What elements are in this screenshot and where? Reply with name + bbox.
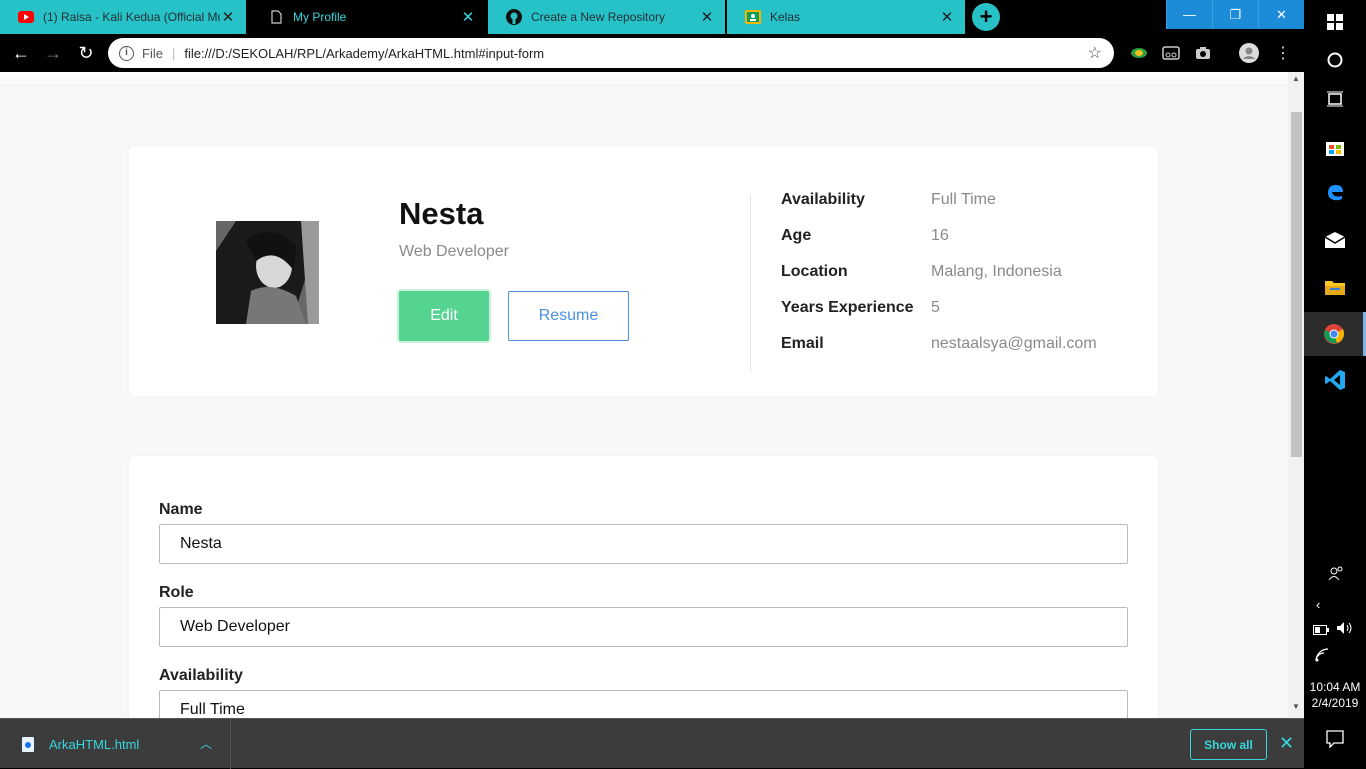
restore-button[interactable]: ❐ [1212, 0, 1258, 29]
menu-kebab-icon[interactable]: ⋮ [1273, 43, 1293, 63]
role-input[interactable]: Web Developer [159, 607, 1128, 647]
tab-strip: (1) Raisa - Kali Kedua (Official Mu ✕ My… [0, 0, 1304, 34]
edge-browser-icon[interactable] [1304, 170, 1366, 214]
close-window-button[interactable]: ✕ [1258, 0, 1304, 29]
tab-title: Create a New Repository [531, 10, 666, 24]
download-bar: ArkaHTML.html ︿ Show all ✕ [0, 718, 1304, 769]
reload-button[interactable]: ↻ [75, 42, 97, 64]
input-form-card: Name Nesta Role Web Developer Availabili… [129, 456, 1158, 718]
detail-value: 16 [931, 227, 949, 244]
minimize-button[interactable]: — [1166, 0, 1212, 29]
detail-label: Age [781, 227, 812, 244]
page-header-strip [0, 72, 1288, 86]
back-button[interactable]: ← [10, 42, 32, 64]
camera-icon[interactable] [1193, 43, 1213, 63]
role-label: Role [159, 584, 194, 601]
github-icon [506, 9, 522, 25]
detail-row: Years Experience 5 [781, 299, 1097, 335]
chrome-icon[interactable] [1304, 312, 1366, 356]
tab-title: (1) Raisa - Kali Kedua (Official Mu [43, 10, 220, 24]
bookmark-star-icon[interactable]: ☆ [1088, 43, 1102, 63]
address-separator: | [171, 45, 176, 61]
mail-icon[interactable] [1304, 218, 1366, 262]
tab-github[interactable]: Create a New Repository ✕ [488, 0, 725, 34]
document-icon [268, 9, 284, 25]
download-item[interactable]: ArkaHTML.html ︿ [0, 719, 231, 769]
detail-value: 5 [931, 299, 940, 316]
profile-name: Nesta [399, 196, 484, 231]
name-label: Name [159, 501, 203, 518]
detail-value: Malang, Indonesia [931, 263, 1062, 280]
file-explorer-icon[interactable] [1304, 265, 1366, 309]
detail-row: Availability Full Time [781, 191, 1097, 227]
browser-window: (1) Raisa - Kali Kedua (Official Mu ✕ My… [0, 0, 1304, 769]
edit-button[interactable]: Edit [399, 291, 489, 341]
volume-icon[interactable] [1336, 621, 1354, 638]
detail-value: nestaalsya@gmail.com [931, 335, 1097, 352]
html-file-icon [22, 736, 34, 752]
detail-label: Availability [781, 191, 865, 208]
show-hidden-icons-chevron-icon[interactable]: ‹ [1316, 597, 1320, 612]
close-download-bar-icon[interactable]: ✕ [1279, 733, 1294, 754]
tab-kelas[interactable]: Kelas ✕ [727, 0, 965, 34]
chevron-up-icon[interactable]: ︿ [200, 735, 212, 752]
profile-card: Nesta Web Developer Edit Resume Availabi… [129, 146, 1158, 396]
show-all-button[interactable]: Show all [1190, 729, 1267, 760]
detail-row: Age 16 [781, 227, 1097, 263]
wifi-icon[interactable] [1315, 648, 1329, 665]
people-icon[interactable] [1328, 565, 1344, 584]
clock-date: 2/4/2019 [1311, 696, 1359, 710]
cortana-search-icon[interactable] [1304, 38, 1366, 82]
youtube-icon [18, 9, 34, 25]
browser-toolbar: ← → ↻ i File | file:///D:/SEKOLAH/RPL/Ar… [0, 34, 1304, 72]
scroll-down-arrow-icon[interactable]: ▼ [1288, 702, 1304, 716]
vertical-scrollbar[interactable]: ▲ ▼ [1288, 72, 1304, 718]
page-viewport: Nesta Web Developer Edit Resume Availabi… [0, 72, 1304, 718]
forward-button[interactable]: → [42, 42, 64, 64]
windows-taskbar: ‹ 10:04 AM 2/4/2019 [1304, 0, 1366, 768]
new-tab-button[interactable]: + [972, 3, 1000, 31]
tab-close-icon[interactable]: ✕ [220, 8, 236, 26]
address-bar[interactable]: i File | file:///D:/SEKOLAH/RPL/Arkademy… [108, 38, 1114, 68]
tab-close-icon[interactable]: ✕ [939, 8, 955, 26]
scroll-up-arrow-icon[interactable]: ▲ [1288, 74, 1304, 88]
name-input[interactable]: Nesta [159, 524, 1128, 564]
tab-my-profile[interactable]: My Profile ✕ [250, 0, 486, 34]
profile-avatar-icon[interactable] [1239, 43, 1259, 63]
extension-colorful-icon[interactable] [1129, 43, 1149, 63]
store-icon[interactable] [1304, 125, 1366, 169]
availability-label: Availability [159, 667, 243, 684]
resume-button[interactable]: Resume [508, 291, 629, 341]
window-controls: — ❐ ✕ [1166, 0, 1304, 29]
info-icon[interactable]: i [119, 45, 134, 61]
detail-row: Email nestaalsya@gmail.com [781, 335, 1097, 371]
clock-time: 10:04 AM [1309, 680, 1361, 694]
tab-close-icon[interactable]: ✕ [699, 8, 715, 26]
url-text[interactable]: file:///D:/SEKOLAH/RPL/Arkademy/ArkaHTML… [184, 46, 544, 61]
profile-details: Availability Full Time Age 16 Location M… [781, 191, 1097, 371]
system-clock[interactable]: 10:04 AM 2/4/2019 [1304, 679, 1366, 711]
task-view-icon[interactable] [1304, 77, 1366, 121]
profile-photo [216, 221, 319, 324]
detail-value: Full Time [931, 191, 996, 208]
action-center-icon[interactable] [1326, 730, 1344, 751]
extension-cast-icon[interactable] [1161, 43, 1181, 63]
download-file-name[interactable]: ArkaHTML.html [49, 737, 139, 752]
vertical-divider [750, 194, 751, 372]
profile-role: Web Developer [399, 243, 509, 260]
classroom-icon [745, 9, 761, 25]
scroll-thumb[interactable] [1291, 112, 1302, 457]
battery-icon[interactable] [1313, 623, 1329, 638]
detail-label: Location [781, 263, 848, 280]
tab-youtube[interactable]: (1) Raisa - Kali Kedua (Official Mu ✕ [0, 0, 246, 34]
scheme-label: File [142, 45, 163, 61]
tab-close-icon[interactable]: ✕ [460, 8, 476, 26]
availability-input[interactable]: Full Time [159, 690, 1128, 718]
detail-label: Email [781, 335, 824, 352]
detail-label: Years Experience [781, 299, 914, 316]
tab-title: Kelas [770, 10, 801, 24]
tab-title: My Profile [293, 10, 347, 24]
vscode-icon[interactable] [1304, 358, 1366, 402]
detail-row: Location Malang, Indonesia [781, 263, 1097, 299]
